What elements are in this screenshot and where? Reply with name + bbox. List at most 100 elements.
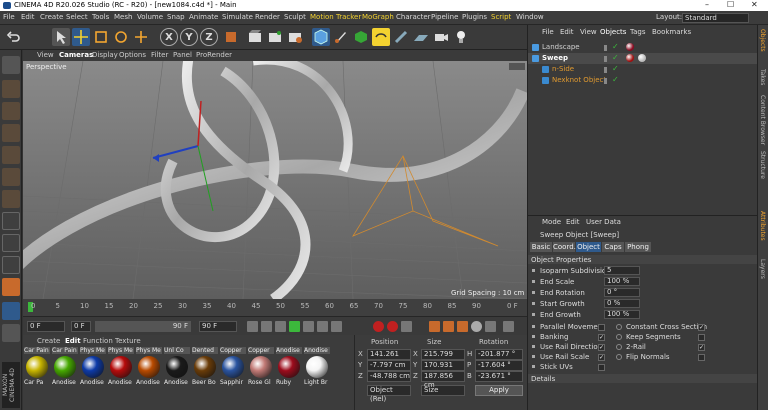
attribute-field-value[interactable]: 0 % xyxy=(604,299,640,308)
tab-phong[interactable]: Phong xyxy=(625,242,651,252)
rotation-field[interactable]: -201.877 ° xyxy=(475,349,523,360)
array-generator-icon[interactable] xyxy=(372,28,390,46)
enabled-check-icon[interactable]: ✓ xyxy=(612,75,619,84)
side-tab-objects[interactable]: Objects xyxy=(759,29,766,52)
menu-simulate[interactable]: Simulate xyxy=(222,13,253,21)
menu-render[interactable]: Render xyxy=(255,13,280,21)
material-menu-function[interactable]: Function xyxy=(83,337,113,345)
visibility-render-icon[interactable] xyxy=(604,70,607,73)
viewport-menu-cameras[interactable]: Cameras xyxy=(59,51,93,59)
z-axis-lock-icon[interactable]: Z xyxy=(200,28,218,46)
polygons-mode-icon[interactable] xyxy=(2,190,20,208)
workplane-icon[interactable] xyxy=(2,124,20,142)
parameter-key-icon[interactable] xyxy=(471,321,482,332)
render-view-icon[interactable] xyxy=(246,28,264,46)
attribute-checkbox[interactable]: ✓ xyxy=(598,344,605,351)
menu-window[interactable]: Window xyxy=(516,13,544,21)
material-menu-edit[interactable]: Edit xyxy=(65,337,81,345)
maximize-button[interactable]: ☐ xyxy=(727,0,734,9)
attribute-checkbox[interactable]: ✓ xyxy=(598,334,605,341)
close-button[interactable]: ✕ xyxy=(751,0,758,9)
record-icon[interactable] xyxy=(373,321,384,332)
select-tool-icon[interactable] xyxy=(52,28,70,46)
material-swatch[interactable]: Car Pain Anodise xyxy=(52,347,78,387)
material-tag-icon[interactable] xyxy=(626,43,634,51)
menu-create[interactable]: Create xyxy=(40,13,63,21)
attribute-checkbox[interactable] xyxy=(598,324,605,331)
tab-coord[interactable]: Coord. xyxy=(553,242,576,252)
prev-key-icon[interactable] xyxy=(261,321,272,332)
attribute-menu-user-data[interactable]: User Data xyxy=(586,218,621,226)
pla-key-icon[interactable] xyxy=(485,321,496,332)
object-row[interactable]: Nexknot Object ✓ xyxy=(528,75,758,86)
material-swatch[interactable]: Dented Beer Bo xyxy=(192,347,218,387)
menu-volume[interactable]: Volume xyxy=(137,13,163,21)
timeline-menu-icon[interactable] xyxy=(503,321,514,332)
side-tab-attributes[interactable]: Attributes xyxy=(759,211,766,241)
object-row[interactable]: n-Side ✓ xyxy=(528,64,758,75)
material-swatch[interactable]: Anodise Ruby xyxy=(276,347,302,387)
visibility-render-icon[interactable] xyxy=(604,81,607,84)
attribute-field-value[interactable]: 100 % xyxy=(604,277,640,286)
keyframe-selection-icon[interactable] xyxy=(401,321,412,332)
viewport-menu-display[interactable]: Display xyxy=(92,51,118,59)
apply-button[interactable]: Apply xyxy=(475,385,523,396)
menu-edit[interactable]: Edit xyxy=(21,13,35,21)
rotation-key-icon[interactable] xyxy=(457,321,468,332)
texture-mode-icon[interactable] xyxy=(2,102,20,120)
menu-mograph[interactable]: MoGraph xyxy=(362,13,394,21)
edges-mode-icon[interactable] xyxy=(2,168,20,186)
attribute-checkbox[interactable]: ✓ xyxy=(698,344,705,351)
tab-object[interactable]: Object xyxy=(576,242,601,252)
material-swatch[interactable]: Anodise Light Br xyxy=(304,347,330,387)
start-frame-field[interactable]: 0 F xyxy=(71,321,91,332)
material-swatch[interactable]: Copper Sapphir xyxy=(220,347,246,387)
object-row[interactable]: Landscape ✓ xyxy=(528,42,758,53)
object-menu-view[interactable]: View xyxy=(580,28,597,36)
size-field[interactable]: 187.856 cm xyxy=(421,371,465,389)
lock-workplane-icon[interactable] xyxy=(2,302,20,320)
material-swatch[interactable]: Unl Co Anodise xyxy=(164,347,190,387)
position-field[interactable]: -48.788 cm xyxy=(367,371,411,382)
play-icon[interactable] xyxy=(289,321,300,332)
menu-animate[interactable]: Animate xyxy=(189,13,218,21)
axis-mode-icon[interactable] xyxy=(2,212,20,230)
material-menu-create[interactable]: Create xyxy=(37,337,60,345)
object-menu-tags[interactable]: Tags xyxy=(630,28,646,36)
material-tag-icon[interactable] xyxy=(638,54,646,62)
tweak-mode-icon[interactable] xyxy=(2,234,20,252)
animation-dot[interactable] xyxy=(616,334,622,340)
material-swatch[interactable]: Phys Me Anodise xyxy=(80,347,106,387)
model-mode-icon[interactable] xyxy=(2,80,20,98)
current-frame-field[interactable]: 0 F xyxy=(27,321,65,332)
attribute-checkbox[interactable]: ✓ xyxy=(698,324,705,331)
viewport-nav-icon[interactable] xyxy=(509,63,525,70)
go-end-icon[interactable] xyxy=(331,321,342,332)
object-menu-edit[interactable]: Edit xyxy=(560,28,574,36)
go-start-icon[interactable] xyxy=(247,321,258,332)
enabled-check-icon[interactable]: ✓ xyxy=(612,64,619,73)
rotate-tool-icon[interactable] xyxy=(112,28,130,46)
viewport-menu-view[interactable]: View xyxy=(37,51,54,59)
material-swatch[interactable]: Copper Rose Gl xyxy=(248,347,274,387)
attribute-field-value[interactable]: 5 xyxy=(604,266,640,275)
attribute-checkbox[interactable] xyxy=(698,334,705,341)
animation-dot[interactable] xyxy=(616,354,622,360)
x-axis-lock-icon[interactable]: X xyxy=(160,28,178,46)
material-swatch[interactable]: Phys Me Anodise xyxy=(108,347,134,387)
end-frame-field[interactable]: 90 F xyxy=(199,321,237,332)
pen-spline-icon[interactable] xyxy=(332,28,350,46)
menu-snap[interactable]: Snap xyxy=(167,13,185,21)
animation-dot[interactable] xyxy=(616,344,622,350)
next-frame-icon[interactable] xyxy=(303,321,314,332)
menu-pipeline[interactable]: Pipeline xyxy=(431,13,458,21)
viewport-menu-filter[interactable]: Filter xyxy=(151,51,168,59)
scale-tool-icon[interactable] xyxy=(92,28,110,46)
points-mode-icon[interactable] xyxy=(2,146,20,164)
y-axis-lock-icon[interactable]: Y xyxy=(180,28,198,46)
attribute-checkbox[interactable] xyxy=(698,354,705,361)
render-picture-viewer-icon[interactable] xyxy=(266,28,284,46)
side-tab-content-browser[interactable]: Content Browser xyxy=(759,95,766,145)
attribute-field-value[interactable]: 100 % xyxy=(604,310,640,319)
scale-key-icon[interactable] xyxy=(443,321,454,332)
